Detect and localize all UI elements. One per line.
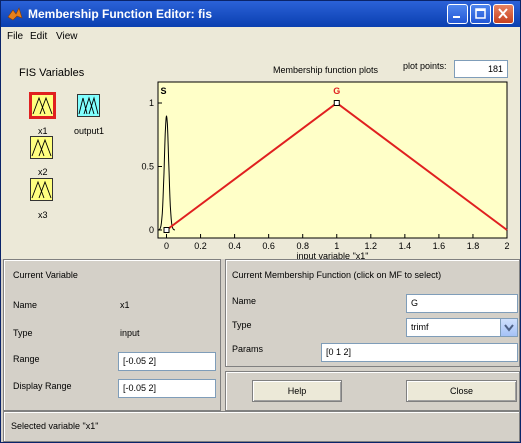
variable-x2-label: x2: [38, 167, 48, 177]
mf-shape-icon: [78, 96, 99, 115]
fis-variables-heading: FIS Variables: [19, 67, 85, 79]
variable-x3-box[interactable]: [30, 178, 53, 201]
mf-type-select[interactable]: trimf: [406, 318, 518, 337]
mf-shape-icon: [31, 138, 52, 157]
variable-x1-label: x1: [38, 126, 48, 136]
x-tick-label: 0.4: [228, 241, 241, 251]
current-variable-title: Current Variable: [13, 270, 78, 280]
plot-heading: Membership function plots: [273, 65, 379, 75]
mf-vertex-marker: [163, 227, 170, 233]
range-label: Range: [13, 354, 40, 364]
chevron-down-icon[interactable]: [500, 319, 517, 336]
mf-type-value: trimf: [411, 322, 429, 332]
mf-vertex-marker: [333, 100, 340, 106]
mf-name-input[interactable]: G: [406, 294, 518, 313]
window-title: Membership Function Editor: fis: [28, 7, 213, 21]
y-tick-label: 0: [149, 225, 154, 235]
status-bar: Selected variable "x1": [3, 411, 520, 442]
x-tick-label: 1: [334, 241, 339, 251]
maximize-icon: [475, 8, 486, 19]
variable-output1-label: output1: [74, 126, 105, 136]
x-tick-label: 2: [504, 241, 509, 251]
current-mf-panel: Current Membership Function (click on MF…: [225, 259, 520, 367]
range-input[interactable]: [-0.05 2]: [118, 352, 216, 371]
title-bar[interactable]: Membership Function Editor: fis: [1, 1, 520, 27]
plot-points-label: plot points:: [403, 61, 447, 71]
variable-output1-box[interactable]: [77, 94, 100, 117]
mf-shape-icon: [32, 96, 53, 115]
x-tick-label: 1.6: [433, 241, 446, 251]
display-range-label: Display Range: [13, 381, 72, 391]
membership-function-plot[interactable]: 0 0.5 1 0 0.2 0.4 0.6 0.8 1 1.2 1.4 1.6 1.8 2 input va…: [141, 75, 517, 259]
x-axis-label: input variable "x1": [297, 251, 369, 259]
mf-type-label: Type: [232, 320, 252, 330]
close-button[interactable]: Close: [406, 380, 517, 402]
menu-edit[interactable]: Edit: [30, 31, 47, 42]
matlab-logo-icon: [7, 7, 23, 21]
display-range-input[interactable]: [-0.05 2]: [118, 379, 216, 398]
mf-params-input[interactable]: [0 1 2]: [321, 343, 518, 362]
x-tick-label: 0.8: [296, 241, 309, 251]
help-button[interactable]: Help: [252, 380, 342, 402]
x-tick-label: 1.2: [365, 241, 378, 251]
close-window-button[interactable]: [493, 4, 514, 24]
variable-name-value: x1: [120, 300, 130, 310]
mf-label-G: G: [333, 86, 340, 96]
minimize-button[interactable]: [447, 4, 468, 24]
minimize-icon: [453, 16, 460, 18]
close-icon: [498, 8, 508, 19]
x-tick-label: 0: [164, 241, 169, 251]
variable-x1-box[interactable]: [29, 92, 56, 119]
current-variable-panel: Current Variable Name x1 Type input Rang…: [3, 259, 221, 411]
maximize-button[interactable]: [470, 4, 491, 24]
x-tick-label: 1.4: [399, 241, 412, 251]
mf-name-label: Name: [232, 296, 257, 306]
x-tick-label: 0.2: [194, 241, 207, 251]
variable-type-value: input: [120, 328, 140, 338]
variable-x2-box[interactable]: [30, 136, 53, 159]
y-tick-label: 1: [149, 98, 154, 108]
button-panel: Help Close: [225, 371, 520, 411]
current-mf-title: Current Membership Function (click on MF…: [232, 270, 442, 280]
variable-x3-label: x3: [38, 210, 48, 220]
menu-bar: File Edit View: [1, 27, 520, 47]
menu-file[interactable]: File: [7, 31, 23, 42]
x-tick-label: 0.6: [262, 241, 275, 251]
variable-type-label: Type: [13, 328, 33, 338]
upper-area: FIS Variables x1 output1 x2 x3 Membershi…: [1, 47, 520, 259]
x-tick-label: 1.8: [467, 241, 480, 251]
mf-params-label: Params: [232, 344, 264, 354]
variable-name-label: Name: [13, 300, 38, 310]
mf-shape-icon: [31, 180, 52, 199]
mf-editor-window: Membership Function Editor: fis File Edi…: [0, 0, 521, 443]
status-text: Selected variable "x1": [11, 421, 99, 431]
y-tick-label: 0.5: [141, 162, 154, 172]
menu-view[interactable]: View: [56, 31, 78, 42]
mf-label-S: S: [161, 86, 167, 96]
